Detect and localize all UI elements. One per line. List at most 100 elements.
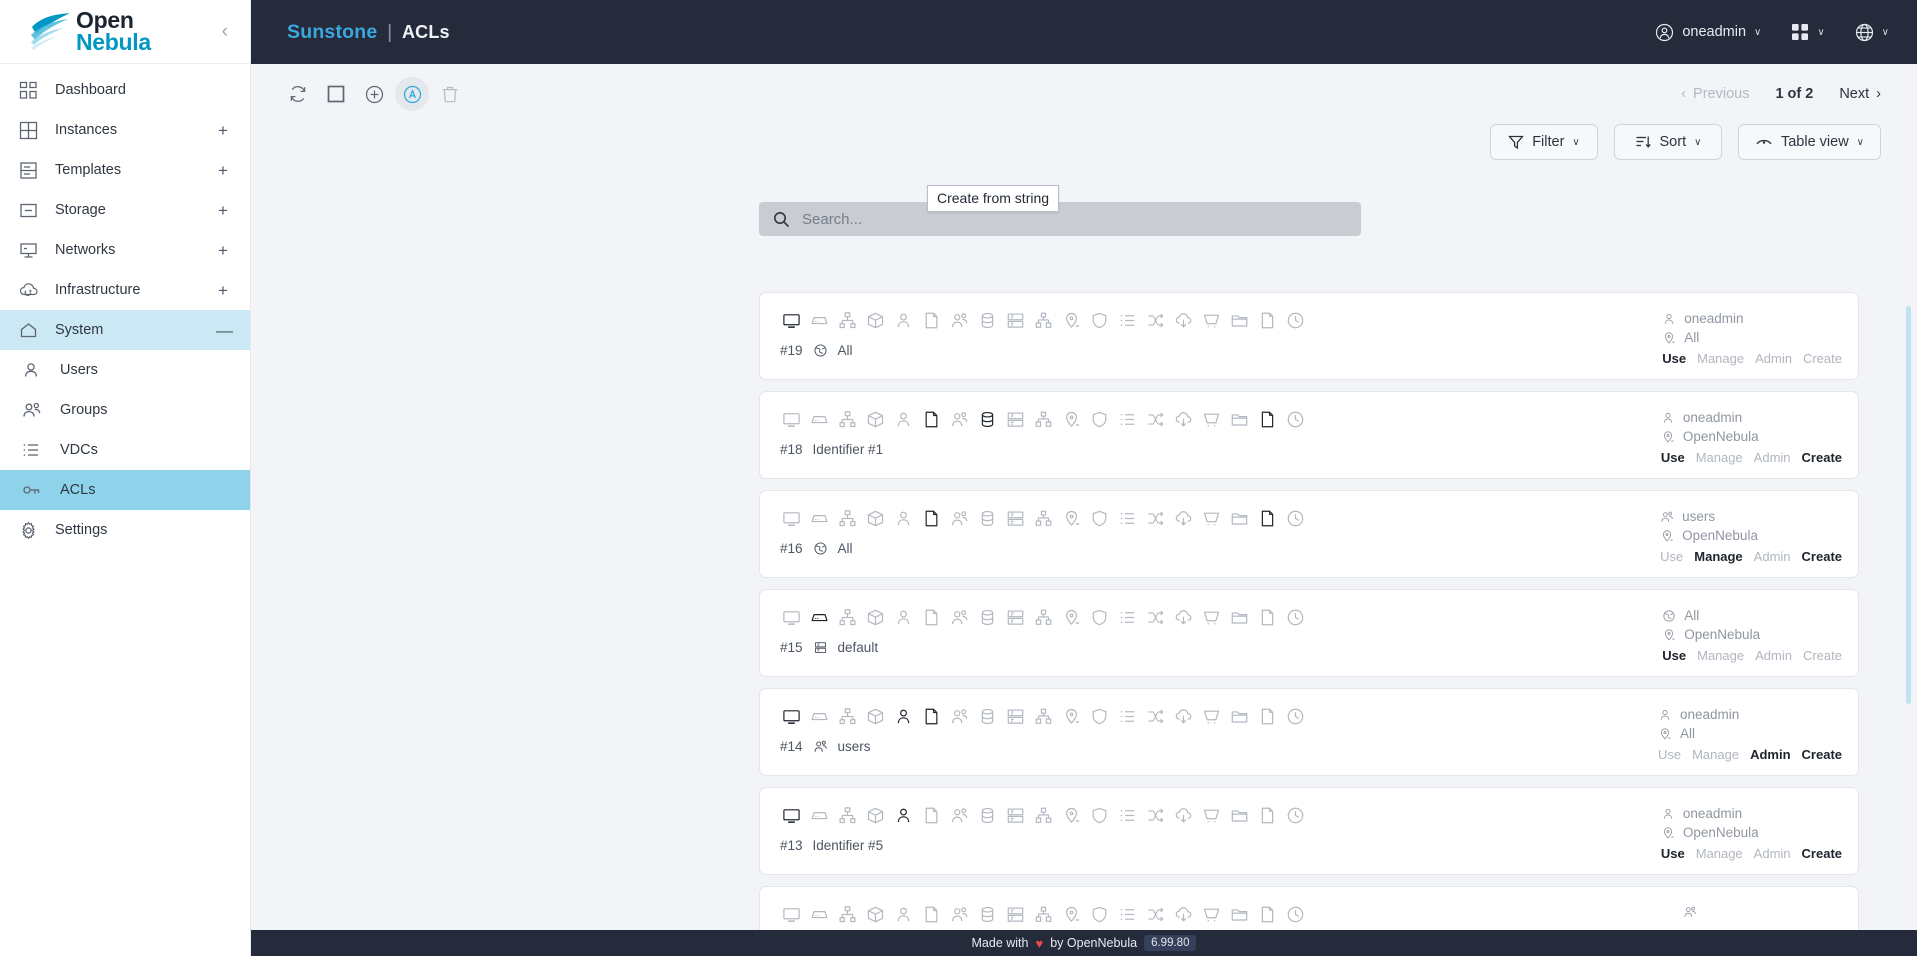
server-icon [808,705,830,727]
network-tree-icon [836,606,858,628]
select-all-button[interactable] [319,77,353,111]
acl-zone-label: OpenNebula [1684,627,1761,642]
sidebar-item-networks[interactable]: Networks + [0,230,250,270]
location-icon [1662,628,1676,642]
folder-icon [1228,507,1250,529]
sidebar-item-system[interactable]: System — [0,310,250,350]
collapse-minus-icon[interactable]: — [216,322,233,339]
database-icon [976,309,998,331]
list-icon [1116,903,1138,925]
user-icon [892,507,914,529]
acl-card[interactable]: #14 users oneadmin All Use Manage Admin Create [759,688,1859,776]
create-from-string-button[interactable] [395,77,429,111]
sidebar-item-instances[interactable]: Instances + [0,110,250,150]
location-icon [1662,331,1676,345]
group-icon [948,309,970,331]
acl-identity: All [1662,608,1699,623]
next-page-button[interactable]: Next › [1839,86,1881,102]
create-button[interactable] [357,77,391,111]
database-icon [976,606,998,628]
acl-id: #15 [780,640,803,655]
expand-plus-icon[interactable]: + [216,122,230,139]
apps-menu-button[interactable]: ∨ [1791,23,1825,41]
acl-card[interactable] [759,886,1859,930]
database-icon [976,705,998,727]
location-icon [1661,826,1675,840]
acl-permissions: Use Manage Admin Create [1662,648,1842,663]
sidebar-item-users[interactable]: Users [0,350,250,390]
acl-identity-label: users [1682,509,1716,524]
refresh-icon [288,84,308,104]
acl-card[interactable]: #13 Identifier #5 oneadmin OpenNebula Use Man… [759,787,1859,875]
shuffle-icon [1144,804,1166,826]
home-icon [19,321,55,340]
cart-icon [1200,408,1222,430]
sidebar-item-dashboard[interactable]: Dashboard [0,70,250,110]
previous-page-button[interactable]: ‹ Previous [1681,86,1749,102]
sidebar-item-settings[interactable]: Settings [0,510,250,550]
file-icon [1256,705,1278,727]
acl-card[interactable]: #16 All users OpenNebula Use Manage Admin Creat… [759,490,1859,578]
acl-card-body: #18 Identifier #1 [760,408,1661,468]
expand-plus-icon[interactable]: + [216,242,230,259]
brand-logo[interactable]: Open Nebula [28,9,151,53]
filter-button[interactable]: Filter ∨ [1489,124,1598,160]
language-menu-button[interactable]: ∨ [1855,23,1889,42]
gear-icon [19,521,55,540]
acl-resource-icons [780,903,1683,925]
acl-identity: oneadmin [1658,707,1739,722]
acl-resource-icons [780,804,1661,826]
sidebar-item-groups[interactable]: Groups [0,390,250,430]
document-icon [920,705,942,727]
sidebar-item-templates[interactable]: Templates + [0,150,250,190]
group-icon [948,705,970,727]
sidebar-item-label: Groups [60,402,108,418]
user-menu-button[interactable]: oneadmin ∨ [1655,23,1761,42]
sidebar-item-storage[interactable]: Storage + [0,190,250,230]
table-view-button[interactable]: Table view ∨ [1737,124,1881,160]
acl-permission-use: Use [1660,846,1685,861]
acl-zone: OpenNebula [1662,627,1760,642]
group-icon [948,507,970,529]
sidebar-item-infrastructure[interactable]: Infrastructure + [0,270,250,310]
user-icon [892,309,914,331]
search-bar[interactable] [759,202,1361,236]
acl-id: #16 [780,541,803,556]
acl-card[interactable]: #15 default All OpenNebula Use Manage Admin Cre… [759,589,1859,677]
expand-plus-icon[interactable]: + [216,162,230,179]
acl-permission-manage: Manage [1697,648,1745,663]
sidebar-item-label: Users [60,362,98,378]
acl-card-meta: #13 Identifier #5 [780,838,1661,853]
acl-card[interactable]: #19 All oneadmin All Use Manage Admin Create [759,292,1859,380]
key-icon [22,482,60,498]
acl-card[interactable]: #18 Identifier #1 oneadmin OpenNebula Use Man… [759,391,1859,479]
acl-permission-use: Use [1662,648,1687,663]
sort-button[interactable]: Sort ∨ [1613,124,1722,160]
list-icon [1116,507,1138,529]
search-input[interactable] [802,210,1347,228]
delete-button[interactable] [433,77,467,111]
rack-icon [813,640,828,655]
file-icon [1256,309,1278,331]
acl-permissions: Use Manage Admin Create [1661,846,1842,861]
folder-icon [1228,606,1250,628]
list-scrollbar[interactable] [1906,292,1911,930]
pagination: ‹ Previous 1 of 2 Next › [1681,86,1881,102]
cloud-download-icon [1172,804,1194,826]
refresh-button[interactable] [281,77,315,111]
chevron-left-icon[interactable]: ‹ [216,18,234,45]
user-icon [892,903,914,925]
sidebar-item-vdcs[interactable]: VDCs [0,430,250,470]
cloud-icon [19,281,55,300]
acl-resource-icons [780,309,1662,331]
group-icon [948,408,970,430]
scrollbar-thumb[interactable] [1906,306,1911,704]
dashboard-icon [19,81,55,100]
expand-plus-icon[interactable]: + [216,282,230,299]
document-icon [920,606,942,628]
sidebar-item-acls[interactable]: ACLs [0,470,250,510]
expand-plus-icon[interactable]: + [216,202,230,219]
location-icon [1060,309,1082,331]
acl-card-body: #15 default [760,606,1662,666]
acl-applies-to: All [837,343,853,358]
